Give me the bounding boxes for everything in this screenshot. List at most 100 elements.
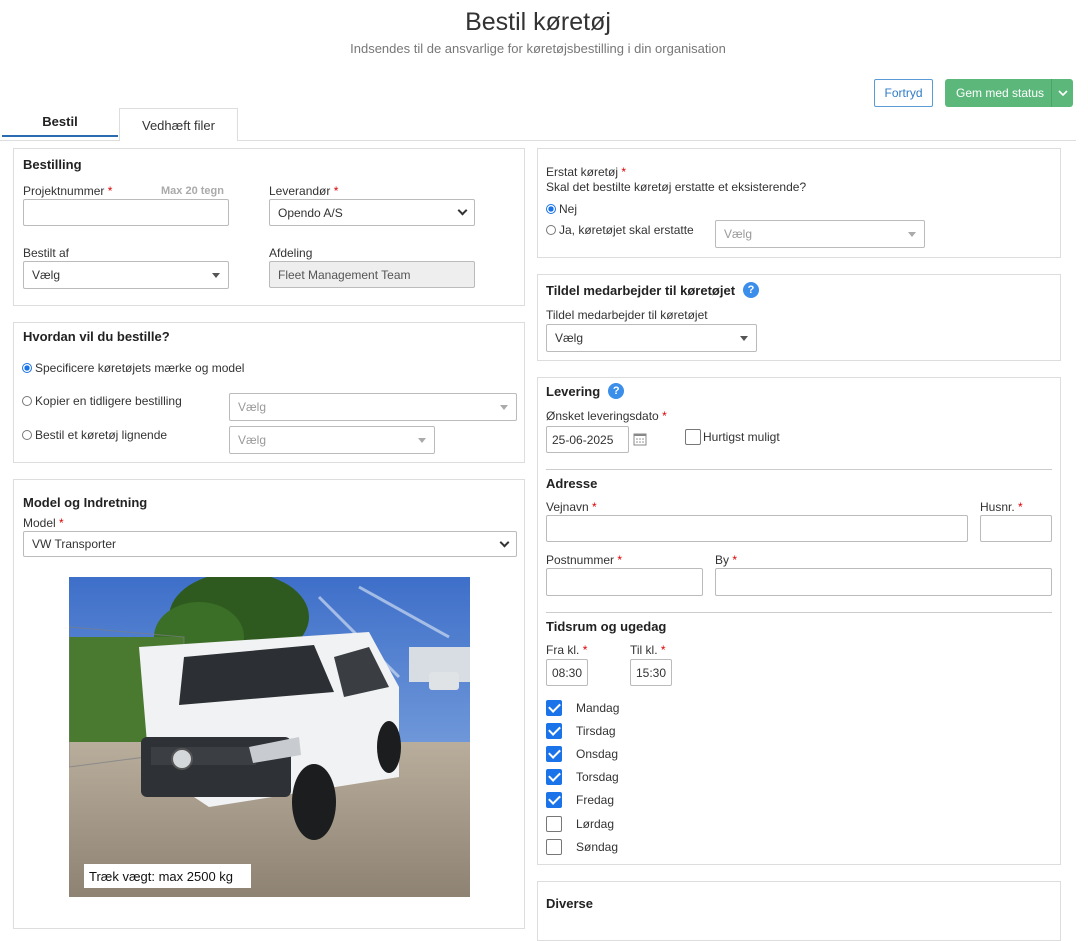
chevron-down-icon [499,537,510,547]
assign-employee-select[interactable]: Vælg [546,324,757,352]
zip-input[interactable] [546,568,703,596]
save-button-label: Gem med status [955,86,1045,100]
weekday-3[interactable]: Torsdag [546,766,619,789]
chevron-down-icon [1057,90,1068,96]
image-caption: Træk vægt: max 2500 kg [84,864,251,888]
radio-yes[interactable] [546,225,556,235]
model-select[interactable]: VW Transporter [23,531,517,557]
weekday-label: Fredag [576,793,615,808]
model-panel: Model og Indretning Model * VW Transport… [13,479,525,929]
divider [546,612,1052,613]
delivery-date-input[interactable]: 25-06-2025 [546,426,629,453]
radio-similar[interactable] [22,430,32,440]
weekday-5[interactable]: Lørdag [546,812,619,835]
weekday-label: Onsdag [576,746,619,761]
project-number-input[interactable] [23,199,229,226]
calendar-icon[interactable] [633,432,647,449]
misc-panel: Diverse [537,881,1061,941]
page-subtitle: Indsendes til de ansvarlige for køretøjs… [350,41,726,56]
divider [546,469,1052,470]
option-specify[interactable]: Specificere køretøjets mærke og model [22,361,244,375]
radio-specify[interactable] [22,363,32,373]
similar-vehicle-select[interactable]: Vælg [229,426,435,454]
weekday-checkbox[interactable] [546,815,562,832]
caret-down-icon [740,335,748,341]
model-heading: Model og Indretning [23,495,148,510]
delivery-panel: Levering ? Ønsket leveringsdato * 25-06-… [537,377,1061,865]
from-time-input[interactable]: 08:30 [546,659,588,686]
department-label: Afdeling [269,246,313,260]
weekday-4[interactable]: Fredag [546,789,619,812]
caret-down-icon [418,437,426,443]
weekday-checkbox[interactable] [546,838,562,855]
weekday-checkbox[interactable] [546,792,562,809]
house-number-input[interactable] [980,515,1052,542]
assign-panel: Tildel medarbejder til køretøjet ? Tilde… [537,274,1061,361]
option-copy-label: Kopier en tidligere bestilling [35,394,182,408]
save-with-status-button[interactable]: Gem med status [945,79,1073,107]
weekday-label: Tirsdag [576,723,616,738]
option-specify-label: Specificere køretøjets mærke og model [35,361,245,375]
weekday-checkbox[interactable] [546,699,562,716]
option-similar[interactable]: Bestil et køretøj lignende [22,428,167,442]
vehicle-image: Træk vægt: max 2500 kg [69,577,470,897]
delivery-date-label: Ønsket leveringsdato * [546,409,667,423]
option-no[interactable]: Nej [546,202,577,216]
tab-bestil[interactable]: Bestil [2,108,118,137]
weekday-1[interactable]: Tirsdag [546,719,619,742]
assign-heading: Tildel medarbejder til køretøjet [546,282,736,298]
weekday-0[interactable]: Mandag [546,696,619,719]
replace-question: Skal det bestilte køretøj erstatte et ek… [546,180,807,194]
department-field: Fleet Management Team [269,261,475,288]
to-time-input[interactable]: 15:30 [630,659,672,686]
weekday-label: Torsdag [576,770,619,785]
order-method-panel: Hvordan vil du bestille? Specificere kør… [13,322,525,463]
supplier-value: Opendo A/S [278,205,343,220]
weekday-2[interactable]: Onsdag [546,742,619,765]
option-yes-label: Ja, køretøjet skal erstatte [559,223,694,237]
model-value: VW Transporter [32,537,117,551]
project-number-label: Projektnummer * [23,184,113,198]
weekday-checkbox[interactable] [546,722,562,739]
assign-label: Tildel medarbejder til køretøjet [546,308,708,322]
tab-attach-files[interactable]: Vedhæft filer [119,108,238,141]
model-label: Model * [23,516,64,530]
supplier-select[interactable]: Opendo A/S [269,199,475,226]
radio-no[interactable] [546,204,556,214]
city-input[interactable] [715,568,1052,596]
weekday-checkbox[interactable] [546,745,562,762]
delivery-heading-row: Levering ? [546,383,625,399]
asap-checkbox[interactable] [685,429,701,445]
radio-copy[interactable] [22,396,32,406]
ordered-by-select[interactable]: Vælg [23,261,229,289]
weekday-checkbox[interactable] [546,769,562,786]
replace-vehicle-value: Vælg [724,227,753,241]
save-dropdown-toggle[interactable] [1051,79,1073,107]
address-heading: Adresse [546,476,598,491]
to-time-label: Til kl. * [630,643,666,657]
project-number-hint: Max 20 tegn [161,185,224,197]
option-yes[interactable]: Ja, køretøjet skal erstatte [546,223,694,237]
asap-option[interactable]: Hurtigst muligt [685,429,780,445]
cancel-button[interactable]: Fortryd [874,79,933,107]
replace-panel: Erstat køretøj * Skal det bestilte køret… [537,148,1061,258]
chevron-down-icon [457,205,468,216]
page-title: Bestil køretøj [465,8,611,36]
assign-heading-row: Tildel medarbejder til køretøjet ? [546,282,760,298]
street-input[interactable] [546,515,968,542]
vehicle-photo [69,577,470,897]
delivery-heading: Levering [546,383,601,399]
replace-vehicle-select[interactable]: Vælg [715,220,925,248]
zip-label: Postnummer * [546,553,623,567]
help-icon[interactable]: ? [743,282,760,298]
ordered-by-label: Bestilt af [23,246,70,260]
copy-order-select[interactable]: Vælg [229,393,517,421]
weekday-label: Mandag [576,700,620,715]
order-method-heading: Hvordan vil du bestille? [23,329,170,344]
weekday-6[interactable]: Søndag [546,835,619,858]
similar-vehicle-value: Vælg [238,433,267,447]
help-icon[interactable]: ? [608,383,625,399]
ordering-heading: Bestilling [23,157,82,172]
option-copy[interactable]: Kopier en tidligere bestilling [22,394,182,408]
caret-down-icon [908,231,916,237]
